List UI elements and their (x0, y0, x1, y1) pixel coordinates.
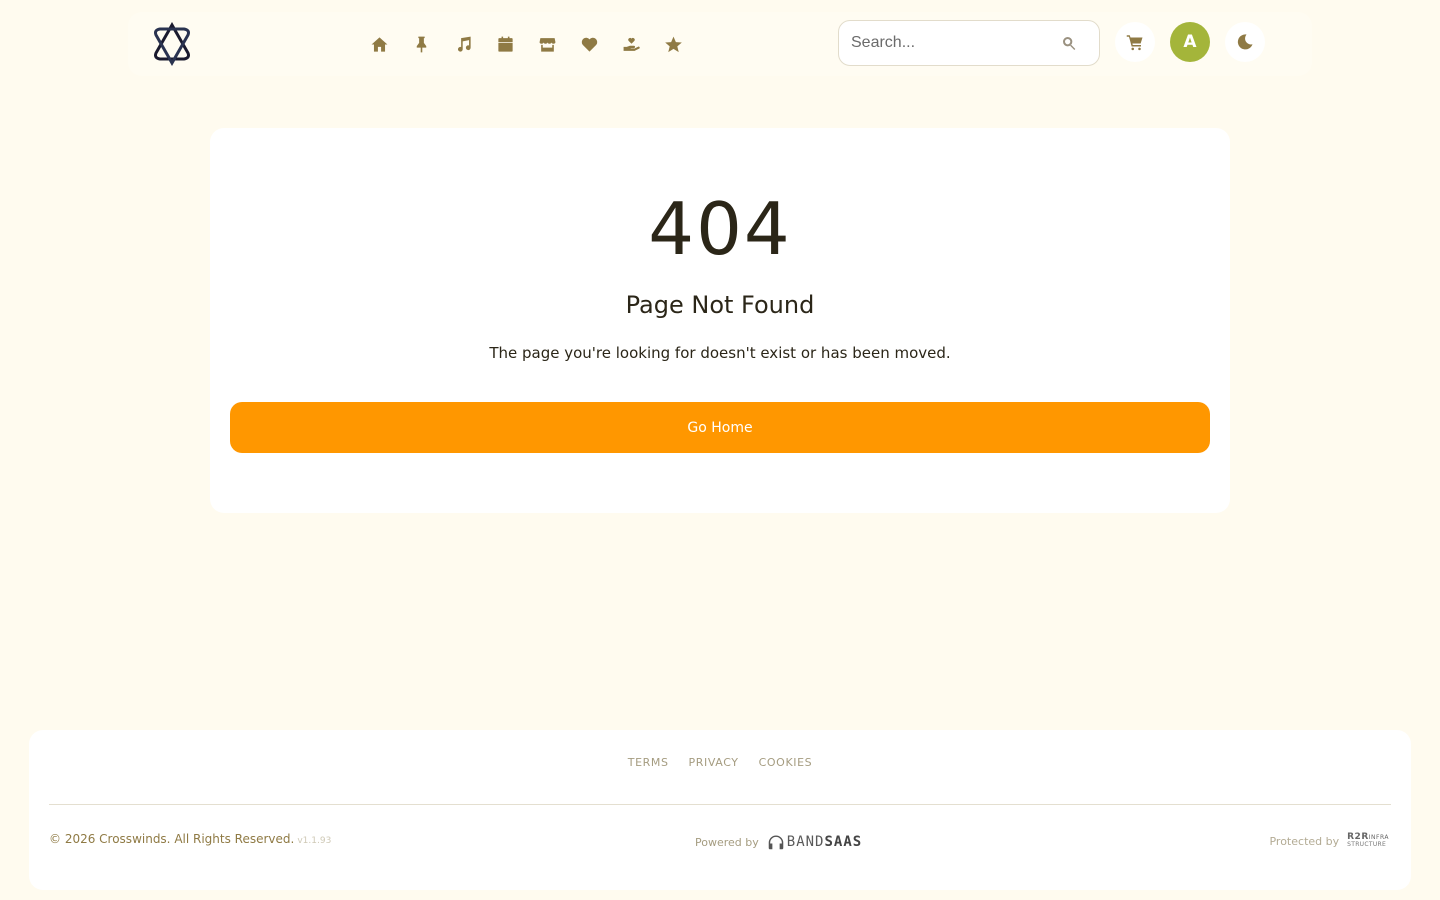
moon-icon (1237, 34, 1253, 50)
error-message: The page you're looking for doesn't exis… (489, 344, 951, 362)
r2r-logo[interactable]: R2RINFRA STRUCTURE (1347, 833, 1389, 849)
footer-divider (49, 804, 1391, 805)
copyright-text: © 2026 Crosswinds. All Rights Reserved. (49, 832, 295, 846)
page-title: Page Not Found (625, 291, 815, 319)
heart-icon[interactable] (568, 32, 610, 56)
calendar-icon[interactable] (484, 32, 526, 56)
powered-by-label: Powered by (695, 835, 759, 849)
powered-by: Powered by BANDSAAS (695, 834, 862, 850)
cart-icon (1126, 35, 1143, 51)
star-icon[interactable] (652, 32, 694, 56)
privacy-link[interactable]: PRIVACY (689, 756, 739, 769)
footer-links: TERMS PRIVACY COOKIES (29, 756, 1411, 769)
header-bar: A (128, 12, 1312, 76)
music-icon[interactable] (442, 32, 484, 56)
protected-by: Protected by R2RINFRA STRUCTURE (1269, 833, 1389, 849)
search-box (838, 20, 1100, 66)
error-code: 404 (648, 187, 792, 271)
home-icon[interactable] (358, 32, 400, 56)
terms-link[interactable]: TERMS (628, 756, 669, 769)
cart-button[interactable] (1115, 22, 1155, 62)
search-input[interactable] (839, 21, 1049, 65)
footer: TERMS PRIVACY COOKIES © 2026 Crosswinds.… (29, 730, 1411, 890)
version-label: v1.1.93 (297, 836, 332, 846)
store-icon[interactable] (526, 32, 568, 56)
bandsaas-logo[interactable]: BANDSAAS (767, 834, 862, 850)
pin-icon[interactable] (400, 32, 442, 56)
theme-toggle-button[interactable] (1225, 22, 1265, 62)
copyright: © 2026 Crosswinds. All Rights Reserved. v… (49, 832, 331, 846)
go-home-button[interactable]: Go Home (230, 402, 1210, 453)
cookies-link[interactable]: COOKIES (759, 756, 813, 769)
atom-logo-icon[interactable] (150, 21, 194, 67)
protected-by-label: Protected by (1269, 834, 1340, 848)
search-icon[interactable] (1061, 35, 1079, 53)
bandsaas-wordmark: BANDSAAS (786, 834, 863, 850)
headphones-icon (768, 835, 784, 850)
avatar[interactable]: A (1170, 22, 1210, 62)
donate-icon[interactable] (610, 32, 652, 56)
main-nav (358, 32, 694, 56)
